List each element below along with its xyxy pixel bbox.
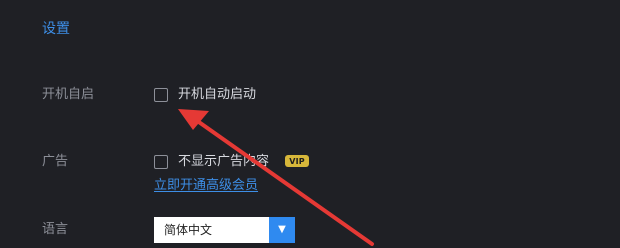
ads-row-label: 广告 (42, 154, 69, 169)
language-select-value: 简体中文 (164, 223, 213, 237)
vip-badge: VIP (285, 155, 310, 167)
startup-row-label: 开机自启 (42, 87, 95, 102)
annotation-arrow-head (178, 109, 209, 130)
hide-ads-label[interactable]: 不显示广告内容 (178, 153, 269, 171)
startup-option-row: 开机自动启动 (154, 86, 256, 104)
hide-ads-checkbox[interactable] (154, 155, 168, 169)
ads-option-row: 不显示广告内容 VIP (154, 153, 310, 171)
language-select[interactable]: 简体中文 ▼ (154, 217, 295, 243)
startup-checkbox[interactable] (154, 88, 168, 102)
settings-panel: 设置 开机自启 开机自动启动 广告 不显示广告内容 VIP 立即开通高级会员 语… (0, 0, 620, 248)
section-title: 设置 (42, 21, 70, 37)
annotation-arrow (178, 109, 374, 246)
startup-checkbox-label[interactable]: 开机自动启动 (178, 86, 256, 104)
language-row-label: 语言 (42, 222, 69, 237)
upgrade-membership-link[interactable]: 立即开通高级会员 (154, 177, 258, 195)
chevron-down-icon[interactable]: ▼ (269, 217, 295, 243)
